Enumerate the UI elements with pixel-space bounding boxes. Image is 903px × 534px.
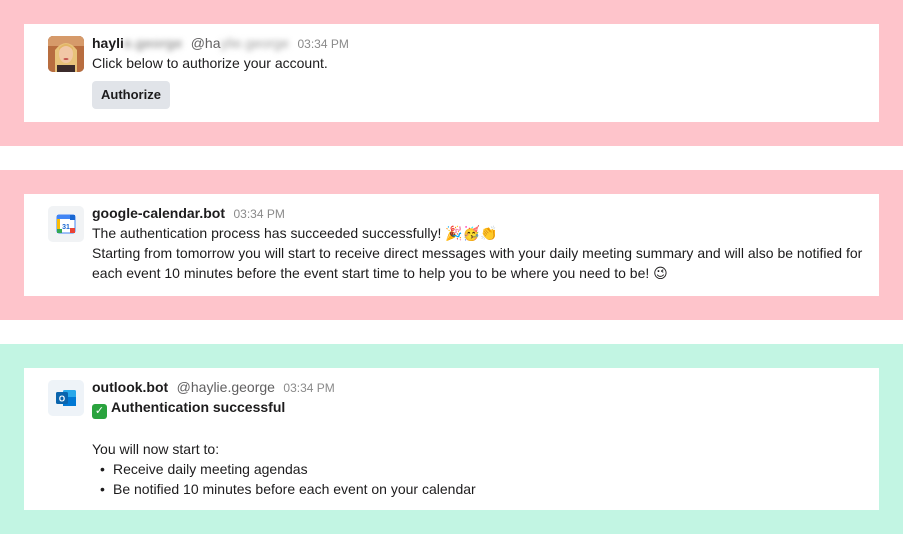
intro-text: You will now start to: bbox=[92, 441, 220, 457]
sender-name[interactable]: google-calendar.bot bbox=[92, 205, 225, 221]
google-calendar-avatar[interactable]: 31 bbox=[48, 206, 84, 242]
sender-handle: @haylie.george bbox=[176, 379, 275, 395]
avatar-photo-icon bbox=[48, 36, 84, 72]
sender-handle: @haylie.george bbox=[190, 35, 290, 51]
user-avatar[interactable] bbox=[48, 36, 84, 72]
check-mark-icon: ✓ bbox=[92, 404, 107, 419]
svg-text:O: O bbox=[59, 395, 65, 404]
message-line-1: The authentication process has succeeded… bbox=[92, 225, 498, 241]
message-timestamp[interactable]: 03:34 PM bbox=[297, 37, 348, 51]
outlook-avatar[interactable]: O bbox=[48, 380, 84, 416]
message-text: Click below to authorize your account. bbox=[92, 55, 328, 71]
sender-name[interactable]: outlook.bot bbox=[92, 379, 168, 395]
message-timestamp[interactable]: 03:34 PM bbox=[283, 381, 334, 395]
sender-name[interactable]: haylie.george bbox=[92, 35, 182, 51]
message-card: haylie.george @haylie.george 03:34 PM Cl… bbox=[24, 24, 879, 122]
message-timestamp[interactable]: 03:34 PM bbox=[233, 207, 284, 221]
outlook-icon: O bbox=[48, 380, 84, 416]
list-item: Receive daily meeting agendas bbox=[100, 459, 863, 479]
auth-heading: ✓ Authentication successful bbox=[92, 397, 863, 419]
authorize-button[interactable]: Authorize bbox=[92, 81, 170, 109]
message-card: 31 google-calendar.bot 03:34 PM The auth… bbox=[24, 194, 879, 296]
google-calendar-icon: 31 bbox=[48, 206, 84, 242]
message-card: O outlook.bot @haylie.george 03:34 PM ✓ A… bbox=[24, 368, 879, 510]
list-item: Be notified 10 minutes before each event… bbox=[100, 479, 863, 499]
message-line-2: Starting from tomorrow you will start to… bbox=[92, 245, 863, 281]
feature-list: Receive daily meeting agendas Be notifie… bbox=[92, 459, 863, 499]
svg-text:31: 31 bbox=[62, 224, 70, 231]
